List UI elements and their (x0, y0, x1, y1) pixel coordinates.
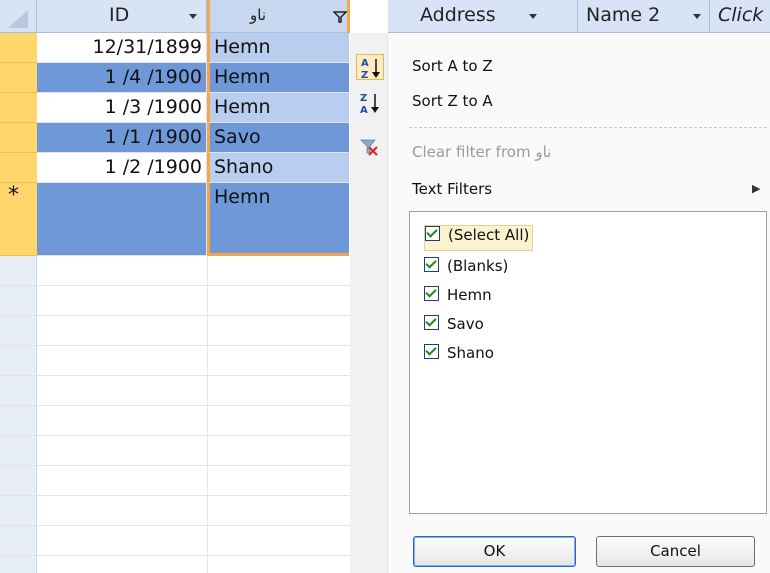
column-header-add-new-label: Click (718, 4, 764, 26)
checkbox-checked-icon[interactable] (424, 344, 439, 359)
row-selector[interactable] (0, 153, 37, 183)
sort-a-to-z-label[interactable]: Sort A to Z (412, 57, 493, 75)
id-cell[interactable]: 1 /2 /1900 (37, 153, 207, 183)
name-cell[interactable]: Hemn (207, 33, 349, 63)
filter-funnel-icon[interactable] (333, 9, 349, 25)
column-header-id[interactable]: ID (37, 0, 207, 33)
checkbox-checked-icon[interactable] (425, 226, 440, 241)
name-cell[interactable]: Hemn (207, 93, 349, 123)
name-cell[interactable]: Shano (207, 153, 349, 183)
checkbox-checked-icon[interactable] (424, 286, 439, 301)
row-selector[interactable] (0, 63, 37, 93)
sort-z-to-a-item[interactable]: Sort Z to A (412, 92, 493, 110)
chevron-down-icon[interactable] (189, 14, 197, 19)
name-cell[interactable]: Savo (207, 123, 349, 153)
row-selector[interactable] (0, 33, 37, 63)
svg-text:Z: Z (360, 93, 367, 104)
submenu-arrow-icon: ▶ (752, 182, 761, 195)
filter-value-list[interactable]: (Select All) (Blanks) Hemn Savo Shano (409, 211, 767, 514)
checkbox-checked-icon[interactable] (424, 257, 439, 272)
name-cell[interactable]: Hemn (207, 183, 349, 256)
filter-checkbox-hemn[interactable]: Hemn (424, 286, 492, 310)
ok-button[interactable]: OK (413, 536, 576, 567)
clear-filter-item[interactable]: Clear filter from ناو (412, 143, 551, 161)
id-cell[interactable]: 1 /3 /1900 (37, 93, 207, 123)
clear-filter-icon (360, 138, 380, 158)
id-cell[interactable]: 12/31/1899 (37, 33, 207, 63)
cancel-button[interactable]: Cancel (596, 536, 755, 567)
filter-checkbox-select-all[interactable]: (Select All) (424, 225, 534, 251)
filter-option-label: Hemn (447, 286, 492, 304)
row-selector[interactable] (0, 93, 37, 123)
filter-option-label: Savo (447, 315, 484, 333)
corner-triangle-icon (8, 10, 28, 28)
sort-descending-icon: Z A (356, 90, 384, 116)
checkbox-checked-icon[interactable] (424, 315, 439, 330)
svg-text:Z: Z (361, 70, 368, 81)
column-header-add-new[interactable]: Click (710, 0, 770, 33)
menu-separator (409, 127, 767, 128)
filter-option-label: Shano (447, 344, 494, 362)
column-header-id-label: ID (109, 4, 130, 26)
text-filters-item[interactable]: Text Filters (412, 180, 492, 198)
name-cell[interactable]: Hemn (207, 63, 349, 93)
filter-checkbox-shano[interactable]: Shano (424, 344, 494, 368)
id-cell[interactable]: 1 /1 /1900 (37, 123, 207, 153)
chevron-down-icon[interactable] (693, 14, 701, 19)
select-all-corner[interactable] (0, 0, 37, 33)
column-header-name[interactable]: ناو (207, 0, 350, 33)
filter-option-label: (Blanks) (447, 257, 509, 275)
id-cell[interactable]: 1 /4 /1900 (37, 63, 207, 93)
sort-ascending-icon: A Z (356, 54, 384, 81)
column-header-address[interactable]: Address (388, 0, 578, 33)
column-header-name2-label: Name 2 (586, 4, 661, 26)
filter-option-label: (Select All) (448, 226, 530, 244)
svg-text:A: A (361, 58, 369, 69)
filter-checkbox-savo[interactable]: Savo (424, 315, 484, 339)
column-header-address-label: Address (420, 4, 496, 26)
column-header-name-label: ناو (250, 6, 266, 24)
column-header-name2[interactable]: Name 2 (578, 0, 710, 33)
chevron-down-icon[interactable] (529, 14, 537, 19)
new-record-marker[interactable]: * (0, 183, 37, 256)
row-selector[interactable] (0, 123, 37, 153)
filter-checkbox-blanks[interactable]: (Blanks) (424, 257, 508, 281)
svg-text:A: A (360, 105, 368, 116)
id-cell[interactable] (37, 183, 207, 256)
